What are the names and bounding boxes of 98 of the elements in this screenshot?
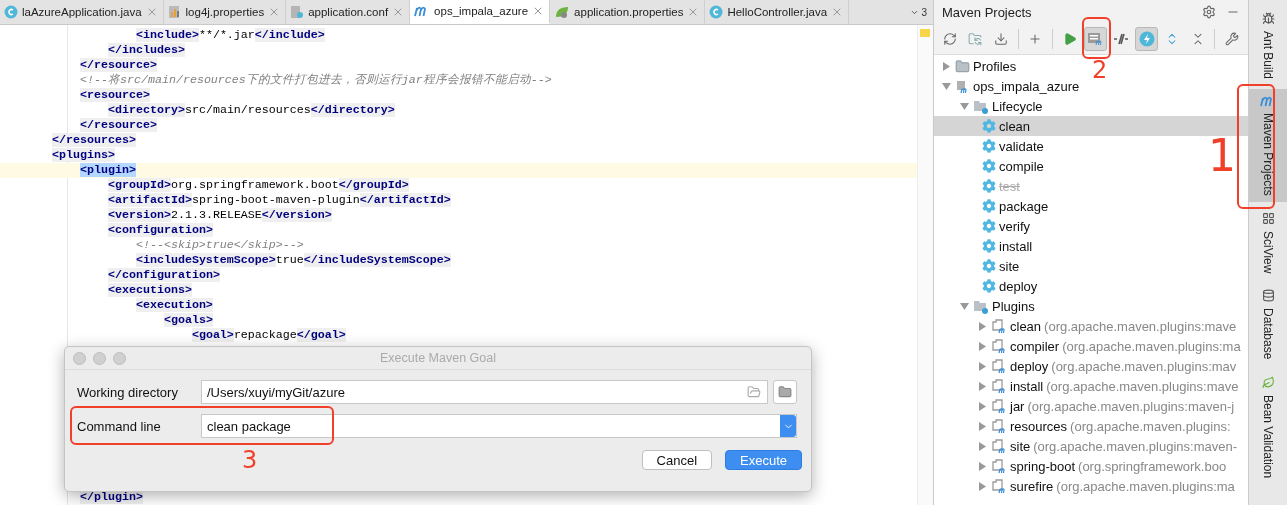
plugin-icon [991,418,1007,434]
window-control[interactable] [73,351,86,365]
settings-icon[interactable] [1202,5,1216,19]
field-label: Command line [77,418,162,434]
code-line: <version>2.1.3.RELEASE</version> [106,208,333,223]
tree-row[interactable]: site (org.apache.maven.plugins:maven- [934,436,1241,456]
tree-row[interactable]: package [934,196,1053,216]
tree-row[interactable]: resources (org.apache.maven.plugins: [934,416,1235,436]
toolbar-button[interactable] [1083,27,1108,51]
lightning-icon [1138,31,1155,47]
tree-row[interactable]: surefire (org.apache.maven.plugins:ma [934,476,1239,496]
window-control[interactable] [113,351,126,365]
side-tab[interactable]: Bean Validation [1249,369,1287,484]
tree-row[interactable]: clean [934,116,1248,136]
plugin-icon [991,478,1007,494]
gear-icon [982,139,996,153]
plugin-icon [991,338,1007,354]
plugin-icon [991,458,1007,474]
tree-row[interactable]: install [934,236,1037,256]
side-tab[interactable]: Database [1249,283,1287,366]
folder-icon[interactable] [747,385,761,399]
code-line: <includeSystemScope>true</includeSystemScope> [134,253,452,268]
code-line: <!--<skip>true</skip>--> [134,238,305,253]
warning-marks-drawing [920,29,932,37]
run-icon [1062,32,1077,46]
code-line: <groupId>org.springframework.boot</groupId> [106,178,410,193]
side-tab[interactable]: SciView [1249,205,1287,280]
annotation-number: 2 [1092,56,1108,84]
tree-row[interactable]: deploy [934,276,1042,296]
grid-icon [1261,211,1275,225]
plugin-icon [991,358,1007,374]
input-field[interactable]: /Users/xuyi/myGit/azure [201,380,768,404]
tree-row[interactable]: jar (org.apache.maven.plugins:maven-j [934,396,1239,416]
tree-row[interactable]: Profiles [934,56,1021,76]
combo-field[interactable]: clean package [201,414,797,438]
field-label: Working directory [77,384,179,400]
tree-row[interactable]: site [934,256,1024,276]
gear-icon [982,199,996,213]
database-icon [1261,289,1275,303]
expanded-arrow-icon[interactable] [959,301,969,311]
gear-icon [982,259,996,273]
tree-row[interactable]: ops_impala_azure [934,76,1084,96]
tree-row[interactable]: spring-boot (org.springframework.boo [934,456,1231,476]
tree-row[interactable]: verify [934,216,1035,236]
folder-icon [778,385,792,399]
tab-count: 3 [921,6,927,18]
config-file-icon [290,5,305,19]
folder-gear-icon [973,98,989,114]
browse-button[interactable] [773,380,797,404]
plugin-icon [991,378,1007,394]
gear-icon [982,219,996,233]
code-line: <artifactId>spring-boot-maven-plugin</artifactId> [106,193,452,208]
tree-row[interactable]: compile [934,156,1048,176]
add-icon [1028,32,1043,46]
gear-icon [982,159,996,173]
plugin-icon [991,398,1007,414]
tree-row[interactable]: install (org.apache.maven.plugins:mave [934,376,1243,396]
code-line: <directory>src/main/resources</directory> [106,103,396,118]
code-line: <!--将src/main/resources下的文件打包进去，否则运行jar程序会报错不能启动--> [78,73,553,88]
folder-gear-icon [973,298,989,314]
class-icon [4,5,18,19]
tree-row[interactable]: compiler (org.apache.maven.plugins:ma [934,336,1245,356]
code-line: <include>**/*.jar</include> [134,28,326,43]
dialog-title: Execute Maven Goal [378,351,497,365]
plugin-icon [991,438,1007,454]
gear-icon [982,239,996,253]
folder-icon [955,58,970,74]
code-line: <goal>repackage</goal> [190,328,347,343]
annotation-box [1082,17,1111,59]
maven-project-icon [955,78,970,94]
tree-row[interactable]: clean (org.apache.maven.plugins:mave [934,316,1241,336]
leaf-icon [1261,375,1275,389]
dialog-button[interactable]: Cancel [641,450,712,470]
plugin-icon [991,318,1007,334]
maven-goal-icon [1087,32,1104,46]
side-tab[interactable]: Maven Projects [1249,89,1287,202]
gear-icon [982,179,996,193]
tree-row[interactable]: Lifecycle [934,96,1047,116]
spring-leaf-icon [554,5,571,19]
properties-file-icon [167,5,182,19]
side-tab[interactable]: Ant Build [1249,6,1287,86]
dropdown-button[interactable] [780,415,796,437]
collapsed-arrow-icon[interactable] [941,61,951,71]
download-icon [993,32,1008,46]
tree-row[interactable]: Plugins [934,296,1039,316]
skip-tests-icon [1113,32,1129,46]
class-icon [709,5,724,19]
annotation-number: 3 [242,446,258,474]
gear-icon [982,279,996,293]
editor-tab[interactable]: ops_impala_azure [410,0,551,24]
tree-row[interactable]: deploy (org.apache.maven.plugins:mav [934,356,1241,376]
tree-row[interactable]: validate [934,136,1048,156]
folder-sync-icon [968,32,983,46]
wrench-icon [1225,32,1240,46]
bug-icon [1261,12,1275,25]
refresh-icon [942,32,957,46]
window-control[interactable] [93,351,106,365]
gear-icon [982,119,996,133]
